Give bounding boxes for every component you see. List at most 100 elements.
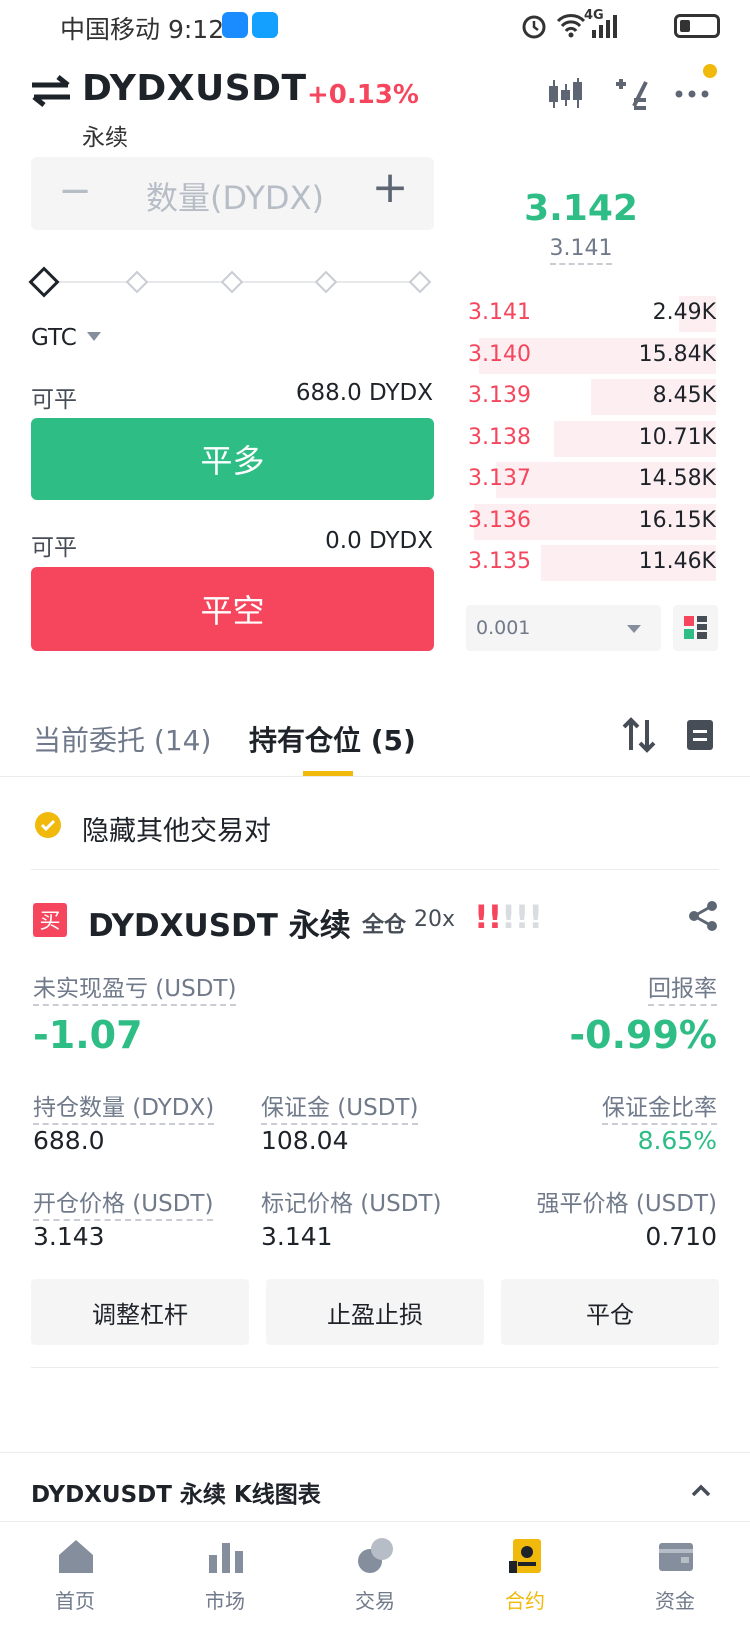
roe-label-text: 回报率 <box>648 976 717 1006</box>
close-position-button[interactable]: 平仓 <box>501 1279 719 1345</box>
order-history-icon[interactable] <box>682 716 718 754</box>
pair-symbol[interactable]: DYDXUSDT <box>82 68 307 109</box>
close-long-available-label: 可平 <box>31 387 77 413</box>
adjust-leverage-button[interactable]: 调整杠杆 <box>31 1279 249 1345</box>
margin-ratio-label-text: 保证金比率 <box>602 1095 717 1125</box>
kline-chart-label[interactable]: DYDXUSDT 永续 K线图表 <box>31 1475 321 1509</box>
close-long-available-value: 688.0 DYDX <box>295 380 433 406</box>
nav-home-label: 首页 <box>55 1589 95 1613</box>
order-book-ask-row[interactable]: 3.135 11.46K <box>466 545 716 581</box>
search-app-icon <box>252 12 278 38</box>
order-book-ask-row[interactable]: 3.136 16.15K <box>466 503 716 540</box>
ask-price[interactable]: 3.135 <box>468 549 531 574</box>
ask-price[interactable]: 3.136 <box>468 508 531 533</box>
position-size-label-text: 持仓数量 (DYDX) <box>33 1095 215 1125</box>
trade-icon <box>358 1538 393 1573</box>
hide-other-pairs-checkbox[interactable] <box>35 812 61 838</box>
mark-price-value: 3.141 <box>549 236 613 265</box>
unrealized-pnl-value: -1.07 <box>33 1013 143 1057</box>
slider-node-100[interactable] <box>408 270 432 294</box>
nav-futures-label: 合约 <box>505 1589 545 1613</box>
nav-trade[interactable]: 交易 <box>300 1521 450 1625</box>
increase-quantity-button[interactable]: + <box>370 162 410 213</box>
share-icon[interactable] <box>686 899 720 933</box>
hide-other-pairs-label[interactable]: 隐藏其他交易对 <box>82 809 271 848</box>
divider <box>0 1452 750 1453</box>
unrealized-pnl-label-text: 未实现盈亏 (USDT) <box>33 976 237 1006</box>
status-time: 9:12 <box>167 15 225 44</box>
tab-divider <box>0 776 750 777</box>
nav-wallet[interactable]: 资金 <box>600 1521 750 1625</box>
caret-down-icon[interactable] <box>627 625 641 633</box>
more-icon[interactable] <box>674 76 712 112</box>
price-change: +0.13% <box>307 80 419 110</box>
ask-price[interactable]: 3.139 <box>468 383 531 408</box>
market-icon <box>209 1543 243 1573</box>
home-icon <box>59 1540 93 1573</box>
margin-ratio-label: 保证金比率 <box>602 1088 717 1125</box>
sort-icon[interactable] <box>621 716 657 754</box>
margin-value: 108.04 <box>261 1126 349 1155</box>
ask-quantity: 14.58K <box>638 466 716 491</box>
status-carrier-time: 中国移动 9:12 <box>60 10 224 46</box>
contract-type: 永续 <box>82 125 128 151</box>
close-short-available-label: 可平 <box>31 535 77 561</box>
ask-price[interactable]: 3.140 <box>468 342 531 367</box>
ask-quantity: 8.45K <box>652 383 716 408</box>
margin-ratio-value: 8.65% <box>637 1126 717 1155</box>
ask-price[interactable]: 3.137 <box>468 466 531 491</box>
precision-value[interactable]: 0.001 <box>476 617 530 639</box>
quantity-placeholder[interactable]: 数量(DYDX) <box>100 173 370 219</box>
nav-home[interactable]: 首页 <box>0 1521 150 1625</box>
slider-node-25[interactable] <box>125 270 149 294</box>
position-symbol[interactable]: DYDXUSDT 永续 <box>88 900 351 945</box>
margin-label: 保证金 (USDT) <box>261 1088 419 1125</box>
ask-quantity: 10.71K <box>638 424 716 450</box>
ask-quantity: 2.49K <box>652 300 716 325</box>
slider-node-0[interactable] <box>28 266 60 298</box>
ask-quantity: 16.15K <box>638 507 716 533</box>
order-book-ask-row[interactable]: 3.140 15.84K <box>466 337 716 374</box>
ask-quantity: 15.84K <box>638 341 716 367</box>
tab-positions[interactable]: 持有仓位 (5) <box>249 719 416 759</box>
status-bar: 中国移动 9:12 4G <box>0 0 750 52</box>
position-size-label: 持仓数量 (DYDX) <box>33 1088 215 1125</box>
ask-quantity: 11.46K <box>638 549 716 574</box>
ask-price[interactable]: 3.141 <box>468 300 531 325</box>
candlestick-chart-icon[interactable] <box>546 76 584 112</box>
order-book-ask-row[interactable]: 3.139 8.45K <box>466 379 716 415</box>
entry-price-value: 3.143 <box>33 1222 105 1251</box>
orderbook-layout-button[interactable] <box>673 605 718 651</box>
nav-markets[interactable]: 市场 <box>150 1521 300 1625</box>
entry-price-label-text: 开仓价格 (USDT) <box>33 1191 214 1221</box>
nav-futures[interactable]: 合约 <box>450 1521 600 1625</box>
order-book-ask-row[interactable]: 3.141 2.49K <box>466 296 716 332</box>
last-price[interactable]: 3.142 <box>466 188 696 229</box>
chevron-up-icon[interactable] <box>690 1480 712 1502</box>
roe-value: -0.99% <box>569 1013 717 1057</box>
calculator-icon[interactable] <box>612 76 650 112</box>
order-book-ask-row[interactable]: 3.137 14.58K <box>466 462 716 498</box>
entry-price-label: 开仓价格 (USDT) <box>33 1184 214 1221</box>
close-short-button[interactable]: 平空 <box>31 567 434 651</box>
slider-node-50[interactable] <box>220 270 244 294</box>
ask-price[interactable]: 3.138 <box>468 425 531 450</box>
signal-icon <box>590 14 620 38</box>
leverage: 20x <box>414 907 456 932</box>
notification-dot <box>703 64 717 78</box>
decrease-quantity-button[interactable]: − <box>55 168 95 214</box>
futures-icon <box>509 1539 541 1573</box>
nav-markets-label: 市场 <box>205 1589 245 1613</box>
order-book-ask-row[interactable]: 3.138 10.71K <box>466 420 716 457</box>
close-long-button[interactable]: 平多 <box>31 418 434 500</box>
slider-node-75[interactable] <box>314 270 338 294</box>
tpsl-button[interactable]: 止盈止损 <box>266 1279 484 1345</box>
position-size-value: 688.0 <box>33 1126 105 1155</box>
wallet-icon <box>659 1543 693 1571</box>
risk-indicator: !!!!! <box>474 898 543 936</box>
swap-pair-icon[interactable] <box>30 75 72 107</box>
tab-open-orders[interactable]: 当前委托 (14) <box>33 719 211 759</box>
caret-down-icon[interactable] <box>87 332 101 341</box>
margin-label-text: 保证金 (USDT) <box>261 1095 419 1125</box>
time-in-force-select[interactable]: GTC <box>31 325 77 351</box>
